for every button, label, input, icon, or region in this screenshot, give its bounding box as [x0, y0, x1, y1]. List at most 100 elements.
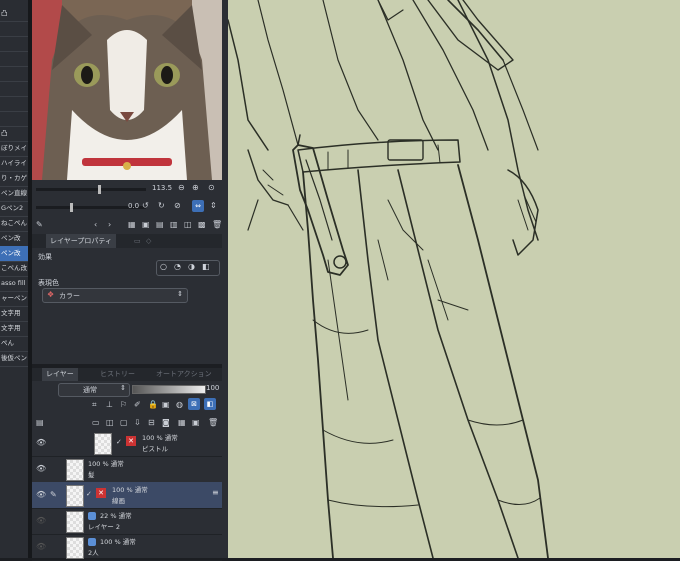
layer-menu-icon[interactable]: ▤	[36, 418, 44, 427]
rotate-right-icon[interactable]: ↻	[158, 201, 165, 210]
subtool-item[interactable]	[0, 36, 28, 52]
eyedropper-icon[interactable]: ✎	[36, 220, 43, 229]
subtool-item[interactable]: asso fill 2	[0, 276, 28, 292]
layer-color-icon[interactable]: ◧	[202, 262, 210, 271]
blend-mode-select[interactable]: 通常 ⇕	[58, 383, 130, 397]
subtool-item[interactable]: ペン直線	[0, 186, 28, 202]
subtool-item[interactable]: ペン改	[0, 231, 28, 247]
tab-layer-property[interactable]: レイヤープロパティ	[46, 234, 116, 248]
lock-transparent-icon[interactable]: ⌗	[92, 400, 97, 410]
subtool-item[interactable]: ねこぺん	[0, 216, 28, 232]
visibility-eye-icon[interactable]: 👁	[36, 542, 46, 551]
tab-history[interactable]: ヒストリー	[96, 368, 139, 381]
visibility-eye-icon[interactable]: 👁	[36, 438, 46, 447]
rotate-left-icon[interactable]: ↺	[142, 201, 149, 210]
subtool-item[interactable]: Gペン2	[0, 201, 28, 217]
draft-layer-icon[interactable]: ✐	[134, 400, 141, 409]
zoom-in-icon[interactable]: ⊕	[192, 183, 199, 192]
tone-icon[interactable]: ◔	[174, 262, 181, 271]
layer-name: ピストル	[142, 445, 168, 453]
pen-edit-icon: ✎	[50, 490, 57, 499]
subtool-item[interactable]: ハイライ	[0, 156, 28, 172]
layer-thumbnail	[66, 537, 84, 559]
layer-color-toggle-icon[interactable]: ⊠	[188, 398, 200, 410]
flip-vertical-icon[interactable]: ⇕	[210, 201, 217, 210]
reference-icon[interactable]: ◫	[184, 220, 192, 229]
border-effect-icon[interactable]: ○	[160, 262, 167, 271]
merge-icon[interactable]: ⊟	[148, 418, 155, 427]
visibility-eye-icon[interactable]: 👁	[36, 490, 46, 499]
fit-icon[interactable]: ⊙	[208, 183, 215, 192]
transfer-down-icon[interactable]: ⇩	[134, 418, 141, 427]
subtool-item[interactable]: ペン改	[0, 246, 28, 262]
trash-icon[interactable]: 🗑	[212, 220, 222, 229]
folder-icon[interactable]: ▣	[142, 220, 150, 229]
effect-buttons[interactable]: ○ ◔ ◑ ◧	[156, 260, 220, 276]
layer-color-swatch-icon[interactable]: ◧	[204, 398, 216, 410]
zoom-slider[interactable]	[36, 188, 146, 191]
subtool-item[interactable]: 後仮ペン	[0, 351, 28, 367]
zoom-slider-handle[interactable]	[98, 185, 101, 194]
raster-layer-icon	[88, 538, 96, 546]
subtool-item[interactable]	[0, 111, 28, 127]
new-folder-icon[interactable]: ▢	[120, 418, 128, 427]
navigator-preview[interactable]	[32, 0, 222, 180]
zoom-out-icon[interactable]: ⊖	[178, 183, 185, 192]
copy-layer-icon[interactable]: ▣	[192, 418, 200, 427]
subtool-item[interactable]: 凸	[0, 126, 28, 142]
layer-thumbnail	[94, 433, 112, 455]
palette-icon[interactable]: ◍	[176, 400, 183, 409]
tab-layer[interactable]: レイヤー	[42, 368, 78, 381]
visibility-eye-icon[interactable]: 👁	[36, 464, 46, 473]
layer-row-lineart[interactable]: 👁 ✎ ✓ ✕ 100 % 通常 線画 ≡	[32, 482, 222, 509]
subtool-item[interactable]	[0, 81, 28, 97]
reset-rotation-icon[interactable]: ⊘	[174, 201, 181, 210]
layer-row-pistol[interactable]: 👁 ✓ ✕ 100 % 通常 ピストル	[32, 430, 222, 457]
subtool-item[interactable]: ャーペン	[0, 291, 28, 307]
apply-mask-icon[interactable]: ▦	[178, 418, 186, 427]
opacity-slider[interactable]	[132, 385, 206, 394]
cat-photo	[32, 0, 222, 180]
tab-extra-2[interactable]: ◇	[142, 234, 155, 248]
subtool-item[interactable]: 凸	[0, 6, 28, 22]
layer-copy-icon[interactable]: ▥	[170, 220, 178, 229]
subtool-item[interactable]	[0, 21, 28, 37]
delete-layer-icon[interactable]: 🗑	[208, 418, 218, 427]
layer-menu-icon[interactable]: ≡	[212, 488, 219, 497]
mask-add-icon[interactable]: ◙	[162, 418, 170, 427]
subtool-item[interactable]: ぼりメイン	[0, 141, 28, 157]
settings-icon[interactable]: ▩	[198, 220, 206, 229]
subtool-item[interactable]: ぺん	[0, 336, 28, 352]
lock-icon[interactable]: 🔒	[148, 400, 158, 409]
subtool-item[interactable]: こぺん改	[0, 261, 28, 277]
new-vector-icon[interactable]: ◫	[106, 418, 114, 427]
image-icon[interactable]: ▤	[156, 220, 164, 229]
subtool-item[interactable]: り・カゲ	[0, 171, 28, 187]
subtool-item[interactable]	[0, 51, 28, 67]
subtool-item[interactable]	[0, 96, 28, 112]
layer-row-two-people[interactable]: 👁 100 % 通常 2人	[32, 534, 222, 561]
extract-line-icon[interactable]: ◑	[188, 262, 195, 271]
visibility-eye-icon[interactable]: 👁	[36, 516, 46, 525]
subtool-item[interactable]: 文字用	[0, 321, 28, 337]
rotation-slider-handle[interactable]	[70, 203, 73, 212]
rotation-value: 0.0	[128, 202, 140, 210]
reference-layer-icon[interactable]: ⚐	[120, 400, 127, 409]
layer-row-hair[interactable]: 👁 100 % 通常 髪	[32, 456, 222, 483]
subtool-item[interactable]	[0, 66, 28, 82]
color-mode-value: カラー	[59, 292, 80, 300]
layer-row-layer2[interactable]: 👁 22 % 通常 レイヤー 2	[32, 508, 222, 535]
tab-auto-action[interactable]: オートアクション	[152, 368, 216, 381]
drawing-canvas[interactable]	[228, 0, 680, 558]
flip-horizontal-icon[interactable]: ⇔	[192, 200, 204, 212]
next-icon[interactable]: ›	[108, 220, 111, 229]
expression-color-select[interactable]: ❖ カラー ⇕	[42, 288, 188, 303]
new-raster-icon[interactable]: ▭	[92, 418, 100, 427]
layer-thumbnail	[66, 485, 84, 507]
mask-icon[interactable]: ▣	[162, 400, 170, 409]
subtool-item[interactable]: 文字用	[0, 306, 28, 322]
prev-icon[interactable]: ‹	[94, 220, 97, 229]
clip-icon[interactable]: ⊥	[106, 400, 113, 409]
chevron-updown-icon: ⇕	[120, 384, 126, 392]
grid-icon[interactable]: ▦	[128, 220, 136, 229]
